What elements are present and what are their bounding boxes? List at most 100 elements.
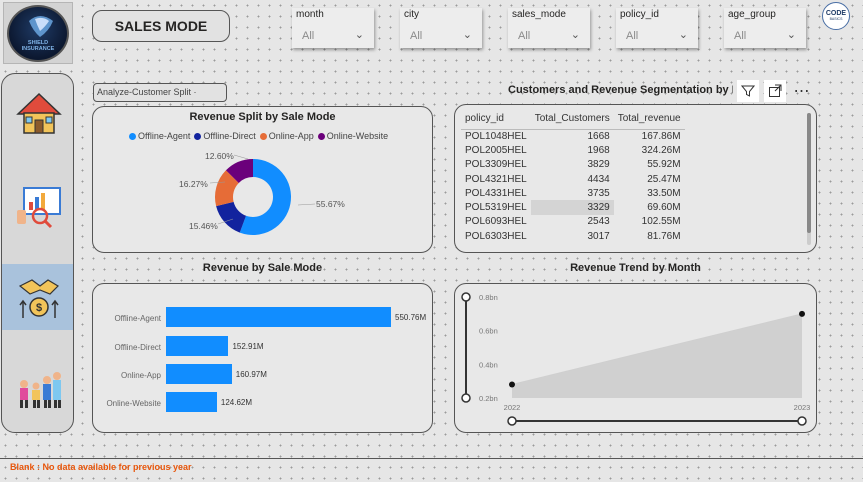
bar-category-label: Offline-Agent [114, 314, 161, 323]
bar[interactable] [166, 336, 229, 356]
slicer-label: city [404, 9, 419, 20]
cell-total-customers: 1668 [587, 130, 610, 142]
chevron-down-icon[interactable]: ⌄ [679, 28, 688, 41]
column-header[interactable]: policy_id [461, 109, 531, 130]
segmentation-table: policy_id Total_Customers Total_revenue … [461, 109, 685, 243]
bar[interactable] [166, 307, 391, 327]
x-zoom-handle[interactable] [507, 416, 517, 426]
bar-value-label: 124.62M [220, 398, 253, 407]
cell-total-revenue: 33.50M [647, 187, 681, 199]
slicer-sales-mode[interactable]: sales_mode All ⌄ [508, 8, 590, 48]
slicer-city[interactable]: city All ⌄ [400, 8, 482, 48]
bar[interactable] [166, 364, 232, 384]
cell-total-revenue: 81.76M [647, 230, 681, 242]
shield-icon [29, 16, 53, 37]
chevron-down-icon[interactable]: ⌄ [355, 28, 364, 41]
page-title: SALES MODE [92, 10, 230, 42]
shield-insurance-logo: SHIELD INSURANCE [7, 5, 69, 62]
table-row[interactable]: POL1048HEL 1668 167.86M [461, 129, 685, 143]
money-handshake-icon: $ [18, 279, 59, 318]
table-row[interactable]: POL3309HEL 3829 55.92M [461, 158, 685, 172]
cell-total-revenue: 55.92M [647, 159, 681, 171]
logo-text: SHIELD INSURANCE [21, 40, 55, 52]
filter-icon[interactable] [737, 80, 759, 102]
table-row[interactable]: POL6303HEL 3017 81.76M [461, 229, 685, 243]
chevron-down-icon[interactable]: ⌄ [571, 28, 580, 41]
cell-total-customers: 3829 [587, 159, 610, 171]
bar-chart-card: Offline-Agent 550.76M Offline-Direct 152.91… [92, 283, 433, 433]
bar[interactable] [166, 392, 217, 412]
trend-point[interactable] [799, 310, 805, 317]
nav-analytics[interactable] [2, 172, 73, 238]
cell-total-revenue: 102.55M [641, 216, 681, 228]
nav-home[interactable] [2, 80, 73, 146]
column-header[interactable]: Total_revenue [613, 109, 685, 130]
slicer-age-group[interactable]: age_group All ⌄ [724, 8, 806, 48]
x-tick-label: 2023 [794, 403, 811, 412]
slicer-label: age_group [728, 9, 776, 20]
cell-total-customers: 3329 [530, 200, 614, 215]
logo-container: SHIELD INSURANCE [3, 2, 73, 64]
nav-sales[interactable]: $ [2, 264, 73, 330]
cell-policy-id: POL6093HEL [465, 216, 527, 228]
table-row[interactable]: POL4331HEL 3735 33.50M [461, 186, 685, 200]
y-tick-label: 0.8bn [479, 293, 498, 302]
table-row[interactable]: POL6093HEL 2543 102.55M [461, 215, 685, 229]
x-zoom-handle[interactable] [797, 416, 807, 426]
bar-value-label: 152.91M [232, 342, 264, 351]
chevron-down-icon[interactable]: ⌄ [787, 28, 796, 41]
nav-customers[interactable] [2, 356, 73, 422]
cell-total-customers: 4434 [587, 173, 610, 185]
donut-card: Revenue Split by Sale Mode Offline-Agent… [92, 106, 433, 253]
footer-divider [0, 458, 863, 459]
cell-policy-id: POL5319HEL [465, 202, 527, 214]
codebasics-logo: CODE BASICS [822, 2, 850, 30]
family-icon [19, 372, 61, 408]
column-header[interactable]: Total_Customers [530, 109, 614, 130]
table-row[interactable]: POL4321HEL 4434 25.47M [461, 172, 685, 186]
home-icon [15, 92, 62, 134]
bar-category-label: Offline-Direct [114, 343, 161, 352]
slicer-policy-id[interactable]: policy_id All ⌄ [616, 8, 698, 48]
analyze-customer-split-button[interactable]: Analyze-Customer Split · [93, 83, 227, 102]
analytics-icon [16, 187, 61, 229]
codebasics-subtext: BASICS [829, 17, 843, 21]
bar-value-label: 550.76M [395, 313, 427, 322]
slicer-value: All [410, 30, 423, 42]
table-scrollbar[interactable] [807, 113, 811, 245]
table-header-row: policy_id Total_Customers Total_revenue [461, 109, 685, 130]
trend-point[interactable] [509, 381, 515, 388]
y-tick-label: 0.2bn [479, 394, 498, 403]
table-row[interactable]: POL5319HEL 3329 69.60M [461, 200, 685, 215]
y-zoom-handle[interactable] [461, 393, 471, 403]
more-options-icon[interactable]: ⋯ [791, 80, 813, 102]
slicer-month[interactable]: month All ⌄ [292, 8, 374, 48]
cell-total-customers: 3735 [587, 187, 610, 199]
cell-total-customers: 3017 [587, 230, 610, 242]
y-tick-label: 0.4bn [479, 360, 498, 369]
codebasics-text: CODE [825, 10, 847, 17]
scrollbar-thumb[interactable] [807, 113, 811, 233]
chevron-down-icon[interactable]: ⌄ [463, 28, 472, 41]
cell-policy-id: POL1048HEL [465, 130, 527, 142]
cell-total-revenue: 167.86M [641, 130, 681, 142]
bar-category-label: Online-Website [106, 399, 161, 408]
bar-chart-title-text: Revenue by Sale Mode [202, 262, 323, 274]
table-card: policy_id Total_Customers Total_revenue … [454, 104, 817, 253]
table-title: Customers and Revenue Segmentation by Po… [508, 84, 733, 96]
slicer-label: sales_mode [512, 9, 566, 20]
y-zoom-handle[interactable] [461, 292, 471, 302]
bar-chart[interactable]: Offline-Agent 550.76M Offline-Direct 152.91… [93, 284, 434, 434]
cell-policy-id: POL6303HEL [465, 230, 527, 242]
bar-chart-title: Revenue by Sale Mode [92, 262, 433, 274]
cell-total-revenue: 324.26M [641, 144, 681, 156]
cell-total-revenue: 69.60M [647, 202, 681, 214]
slicer-value: All [302, 30, 315, 42]
trend-chart[interactable]: 0.8bn 0.6bn 0.4bn 0.2bn 2022 2023 [455, 284, 818, 434]
trend-area [512, 313, 802, 398]
focus-mode-icon[interactable] [764, 80, 786, 102]
table-row[interactable]: POL2005HEL 1968 324.26M [461, 143, 685, 157]
nav-panel: $ [1, 73, 74, 433]
x-tick-label: 2022 [504, 403, 521, 412]
cell-total-revenue: 25.47M [647, 173, 681, 185]
